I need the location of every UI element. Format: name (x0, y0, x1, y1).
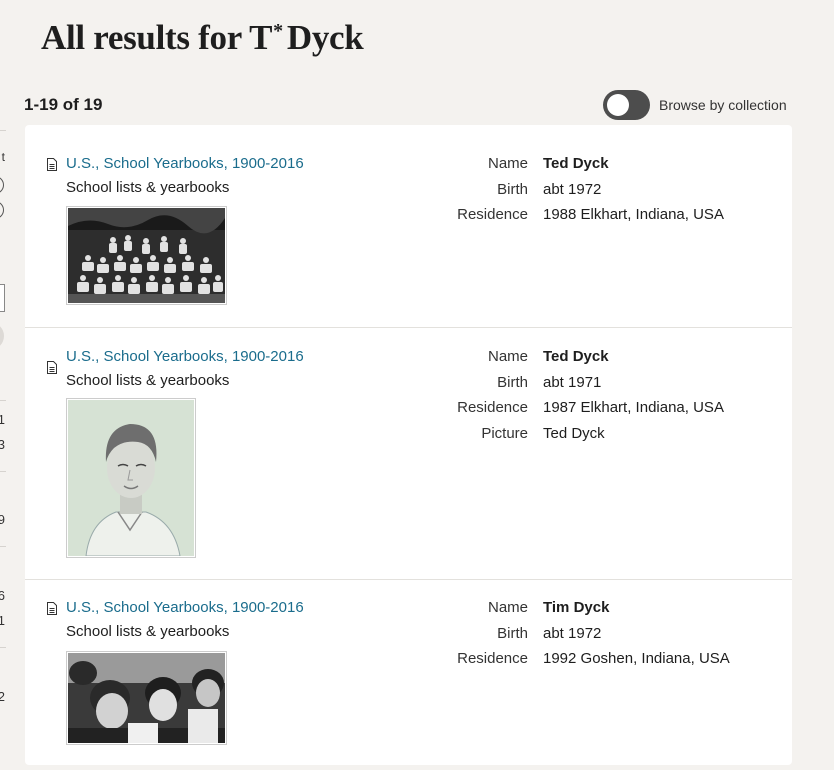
sidebar-radio[interactable] (0, 176, 4, 194)
sidebar-divider (0, 471, 6, 472)
document-icon (47, 602, 57, 615)
field-value: abt 1972 (543, 180, 602, 198)
collection-category: School lists & yearbooks (66, 623, 230, 640)
record-thumbnail[interactable] (66, 206, 227, 305)
sidebar-count: 2 (0, 689, 5, 704)
sidebar-count: 9 (0, 512, 5, 527)
record-fields: Name Tim Dyck Birth abt 1972 Residence 1992… (416, 599, 730, 676)
filter-sidebar: t 1 3 9 6 1 2 (0, 125, 6, 738)
field-value: 1987 Elkhart, Indiana, USA (543, 399, 724, 416)
collection-link[interactable]: U.S., School Yearbooks, 1900-2016 (66, 599, 304, 616)
group-photo-image (68, 208, 225, 303)
result-row[interactable]: U.S., School Yearbooks, 1900-2016 School… (25, 125, 792, 328)
result-count: 1-19 of 19 (24, 95, 103, 114)
result-row[interactable]: U.S., School Yearbooks, 1900-2016 School… (25, 580, 792, 770)
field-value: 1992 Goshen, Indiana, USA (543, 650, 730, 667)
sidebar-count: 1 (0, 412, 5, 427)
result-row[interactable]: U.S., School Yearbooks, 1900-2016 School… (25, 328, 792, 580)
field-name: Name Ted Dyck (416, 155, 724, 181)
results-list: U.S., School Yearbooks, 1900-2016 School… (25, 125, 792, 765)
record-thumbnail[interactable] (66, 398, 196, 558)
field-value: abt 1971 (543, 373, 602, 391)
field-birth: Birth abt 1971 (416, 374, 724, 400)
title-prefix: All results for T (41, 18, 273, 57)
record-thumbnail[interactable] (66, 651, 227, 745)
record-fields: Name Ted Dyck Birth abt 1971 Residence 1987… (416, 348, 724, 450)
field-label: Residence (457, 650, 528, 667)
field-label: Birth (497, 624, 528, 642)
sidebar-count: 3 (0, 437, 5, 452)
field-label: Name (487, 348, 528, 365)
field-label: Residence (457, 399, 528, 416)
record-fields: Name Ted Dyck Birth abt 1972 Residence 1988… (416, 155, 724, 232)
document-icon (47, 158, 57, 171)
field-label: Name (487, 155, 528, 172)
page-title: All results for T* Dyck (41, 18, 364, 58)
title-suffix: Dyck (286, 18, 364, 57)
browse-by-collection-toggle[interactable]: Browse by collection (603, 90, 787, 120)
collection-category: School lists & yearbooks (66, 179, 230, 196)
sidebar-input[interactable] (0, 284, 5, 312)
field-value: Tim Dyck (543, 599, 610, 616)
field-value: 1988 Elkhart, Indiana, USA (543, 206, 724, 223)
toggle-knob (607, 94, 629, 116)
sidebar-radio[interactable] (0, 201, 4, 219)
sidebar-round-button[interactable] (0, 322, 4, 350)
field-label: Name (487, 599, 528, 616)
field-label: Birth (497, 180, 528, 198)
field-picture: Picture Ted Dyck (416, 425, 724, 451)
field-residence: Residence 1992 Goshen, Indiana, USA (416, 650, 730, 676)
document-icon (47, 361, 57, 374)
sidebar-divider (0, 546, 6, 547)
field-birth: Birth abt 1972 (416, 181, 724, 207)
field-value: Ted Dyck (543, 155, 609, 172)
field-birth: Birth abt 1972 (416, 625, 730, 651)
field-value: abt 1972 (543, 624, 602, 642)
title-wildcard: * (273, 20, 283, 42)
sidebar-text-fragment: t (1, 150, 5, 164)
toggle-switch[interactable] (603, 90, 650, 120)
sidebar-divider (0, 647, 6, 648)
sidebar-count: 1 (0, 613, 5, 628)
field-name: Name Ted Dyck (416, 348, 724, 374)
browse-by-collection-label: Browse by collection (659, 97, 787, 113)
sidebar-divider (0, 130, 6, 131)
field-label: Picture (481, 424, 528, 442)
collection-category: School lists & yearbooks (66, 372, 230, 389)
field-value: Ted Dyck (543, 424, 605, 442)
group-photo-image (68, 653, 225, 743)
sidebar-divider (0, 400, 6, 401)
field-residence: Residence 1987 Elkhart, Indiana, USA (416, 399, 724, 425)
field-label: Birth (497, 373, 528, 391)
field-name: Name Tim Dyck (416, 599, 730, 625)
portrait-photo-image (68, 400, 194, 557)
field-value: Ted Dyck (543, 348, 609, 365)
field-label: Residence (457, 206, 528, 223)
field-residence: Residence 1988 Elkhart, Indiana, USA (416, 206, 724, 232)
collection-link[interactable]: U.S., School Yearbooks, 1900-2016 (66, 155, 304, 172)
sidebar-count: 6 (0, 588, 5, 603)
collection-link[interactable]: U.S., School Yearbooks, 1900-2016 (66, 348, 304, 365)
